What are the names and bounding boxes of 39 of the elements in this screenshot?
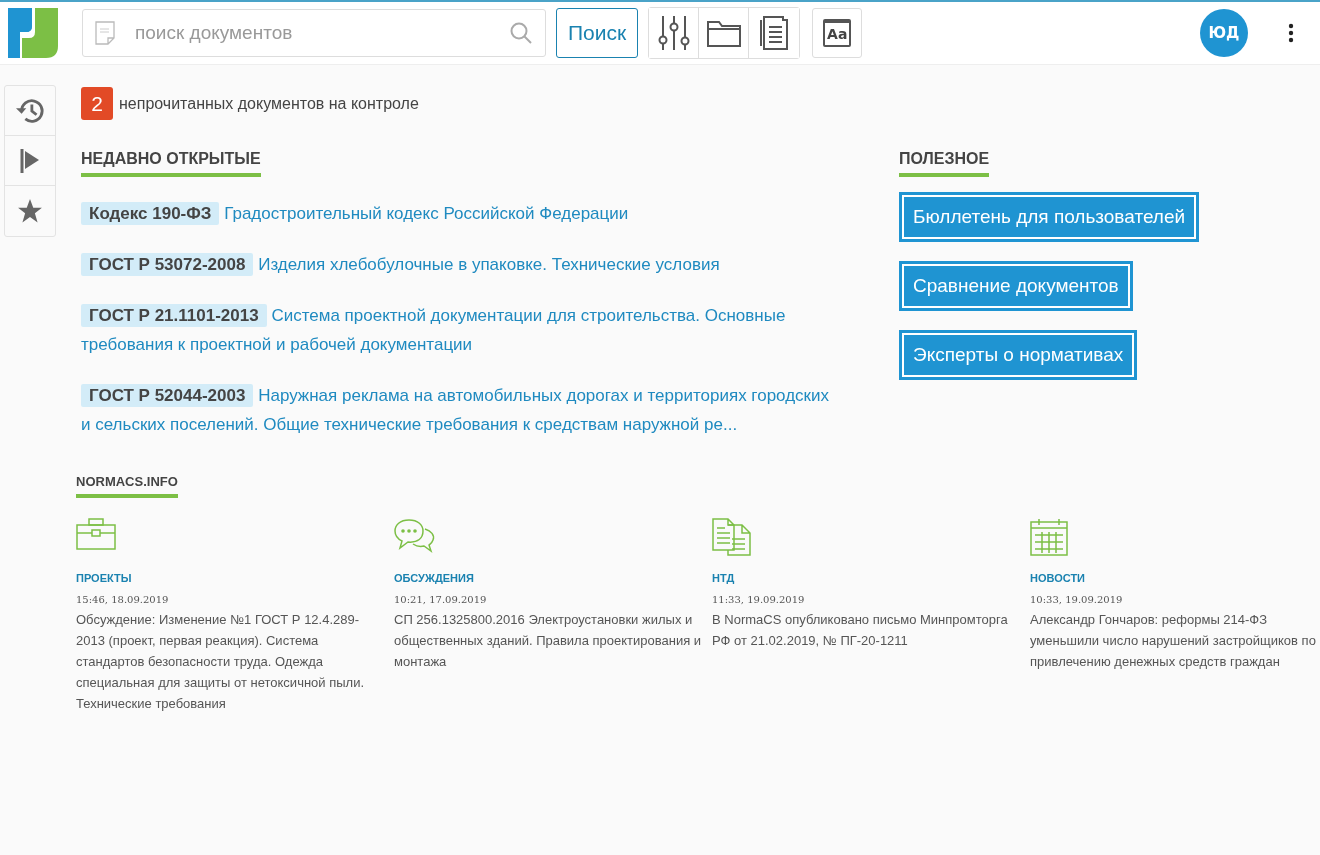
briefcase-icon [76,518,116,550]
search-input[interactable]: поиск документов [133,10,491,56]
chat-bubbles-icon [394,518,436,554]
news-category-link[interactable]: ОБСУЖДЕНИЯ [394,572,474,584]
document-icon [95,21,115,45]
search-field[interactable]: поиск документов [82,9,546,57]
search-button[interactable]: Поиск [556,8,639,58]
news-headline-link[interactable]: В NormaCS опубликовано письмо Минпромторга РФ от 21.02.2019, № ПГ-20-1211 [712,609,1020,651]
recent-document-link[interactable]: ГОСТ Р 53072-2008 Изделия хлебобулочные в упаковке. Технические условия [81,250,841,279]
more-menu-icon[interactable] [1288,23,1294,43]
news-headline-link[interactable]: Обсуждение: Изменение №1 ГОСТ Р 12.4.289-2013 (проект, первая реакция). Система стандартов безопасности труда. Одежда специальная для защиты от нетоксичной пыли. Технические требования [76,609,384,714]
unread-count-badge[interactable]: 2 [81,87,113,120]
news-category-link[interactable]: НТД [712,572,735,584]
logo-icon[interactable] [8,8,58,58]
section-heading: НЕДАВНО ОТКРЫТЫЕ [81,150,261,177]
history-icon [15,96,45,125]
news-category-link[interactable]: НОВОСТИ [1030,572,1086,584]
calendar-icon [1030,518,1068,556]
folder-icon [706,19,741,47]
news-headline-link[interactable]: СП 256.1325800.2016 Электроустановки жилых и общественных зданий. Правила проектирования и монтажа [394,609,702,672]
star-icon [17,198,43,224]
font-button[interactable]: Aa [812,8,863,58]
news-timestamp: 10:21, 17.09.2019 [394,594,487,605]
flag-icon [20,147,40,174]
recent-document-link[interactable]: ГОСТ Р 52044-2003 Наружная реклама на автомобильных дорогах и территориях городских и сельских поселений. Общие технические требования к средствам наружной ре... [81,381,841,439]
recent-document-link[interactable]: Кодекс 190-ФЗ Градостроительный кодекс Российской Федерации [81,199,841,228]
filter-button[interactable] [649,8,700,58]
document-icon [759,16,790,50]
section-heading: NORMACS.INFO [76,474,178,498]
unread-notice-text[interactable]: непрочитанных документов на контроле [119,94,419,113]
news-timestamp: 10:33, 19.09.2019 [1030,594,1123,605]
documents-icon [712,518,752,556]
news-timestamp: 15:46, 18.09.2019 [76,594,169,605]
news-timestamp: 11:33, 19.09.2019 [712,594,805,605]
news-headline-link[interactable]: Александр Гончаров: реформы 214-ФЗ уменьшили число нарушений застройщиков по привлечению денежных средств граждан [1030,609,1316,672]
section-heading: ПОЛЕЗНОЕ [899,150,990,177]
news-category-link[interactable]: ПРОЕКТЫ [76,572,132,584]
sliders-icon [656,15,691,51]
recent-document-link[interactable]: ГОСТ Р 21.1101-2013 Система проектной документации для строительства. Основные требования к проектной и рабочей документации [81,301,841,359]
